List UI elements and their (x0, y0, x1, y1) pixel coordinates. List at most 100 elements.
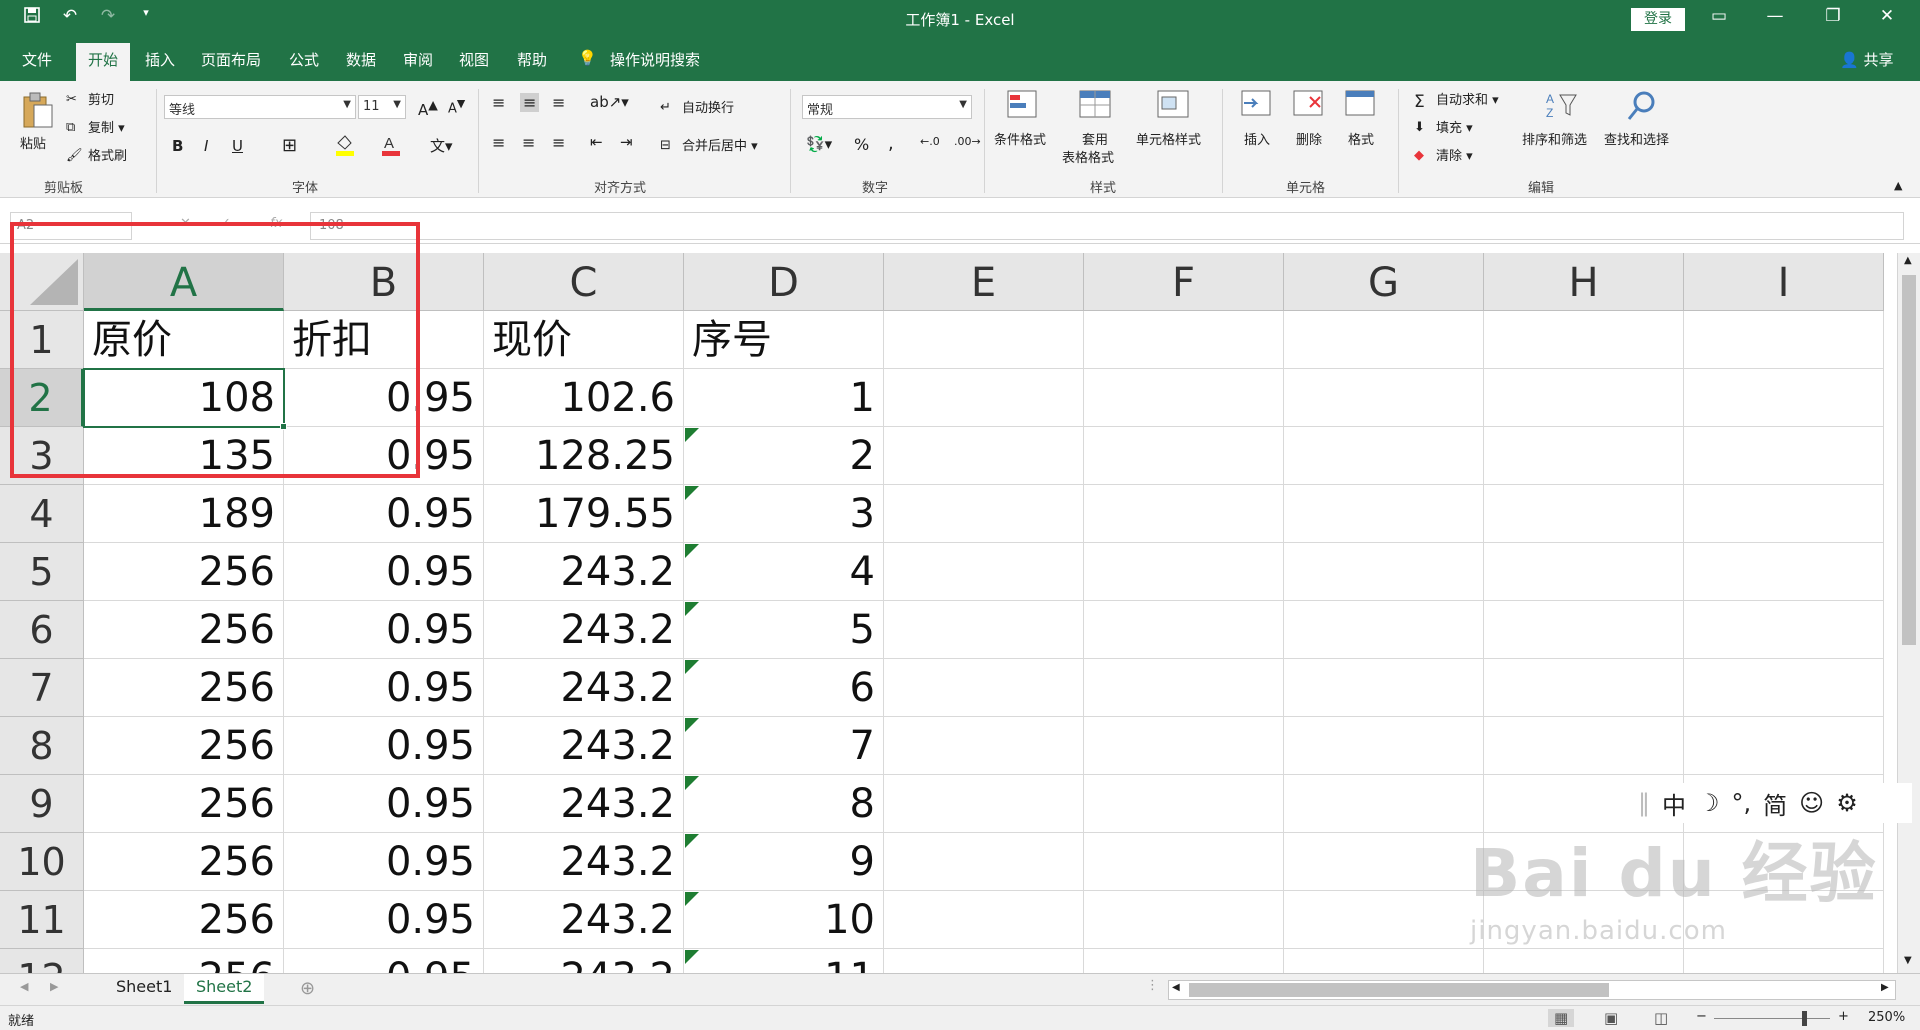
empty-cell[interactable] (1484, 717, 1684, 775)
currency-icon[interactable]: 💱▾ (806, 135, 832, 153)
empty-cell[interactable] (1484, 601, 1684, 659)
empty-cell[interactable] (1684, 601, 1884, 659)
row-header[interactable]: 5 (0, 543, 84, 601)
empty-cell[interactable] (1684, 833, 1884, 891)
format-painter-button[interactable]: 🖌 格式刷 (66, 145, 127, 166)
cell-c10[interactable]: 243.2 (484, 833, 684, 891)
decrease-indent-icon[interactable]: ⇤ (590, 133, 603, 151)
tab-page-layout[interactable]: 页面布局 (201, 49, 261, 70)
cell-d7[interactable]: 6 (684, 659, 884, 717)
empty-cell[interactable] (1284, 485, 1484, 543)
maximize-icon[interactable]: ❐ (1818, 6, 1848, 26)
align-middle-icon[interactable]: ≡ (520, 93, 540, 112)
fill-button[interactable]: ⬇ 填充 ▾ (1414, 117, 1473, 138)
tab-home[interactable]: 开始 (76, 43, 131, 81)
shrink-font-icon[interactable]: A▼ (448, 97, 465, 116)
scroll-right-icon[interactable]: ▶ (1881, 982, 1889, 993)
empty-cell[interactable] (1684, 369, 1884, 427)
cell-b3[interactable]: 0.95 (284, 427, 484, 485)
empty-cell[interactable] (1684, 543, 1884, 601)
column-header-c[interactable]: C (484, 253, 684, 311)
scroll-down-icon[interactable]: ▼ (1904, 955, 1912, 966)
empty-cell[interactable] (1084, 543, 1284, 601)
column-header-a[interactable]: A (84, 253, 284, 311)
emoji-icon[interactable]: ☺ (1799, 789, 1824, 817)
punctuation-toggle[interactable]: °, (1732, 789, 1752, 817)
delete-cells-button[interactable]: 删除 (1296, 129, 1322, 148)
zoom-level[interactable]: 250% (1868, 1010, 1905, 1025)
cell-b4[interactable]: 0.95 (284, 485, 484, 543)
percent-button[interactable]: % (854, 135, 869, 154)
cell-d2[interactable]: 1 (684, 369, 884, 427)
normal-view-icon[interactable]: ▦ (1548, 1009, 1575, 1027)
row-header[interactable]: 10 (0, 833, 84, 891)
scroll-left-icon[interactable]: ◀ (1172, 982, 1180, 993)
font-size-select[interactable]: 11 ▼ (358, 95, 406, 119)
empty-cell[interactable] (1684, 311, 1884, 369)
bold-button[interactable]: B (172, 137, 183, 155)
empty-cell[interactable] (884, 427, 1084, 485)
cell-c9[interactable]: 243.2 (484, 775, 684, 833)
empty-cell[interactable] (1284, 659, 1484, 717)
align-right-icon[interactable]: ≡ (552, 133, 565, 152)
ime-mode-toggle[interactable]: 中 (1662, 786, 1686, 821)
align-bottom-icon[interactable]: ≡ (552, 93, 565, 112)
wrap-text-button[interactable]: ↵ 自动换行 (660, 97, 734, 118)
font-name-select[interactable]: 等线 ▼ (164, 95, 356, 119)
column-header-f[interactable]: F (1084, 253, 1284, 311)
increase-indent-icon[interactable]: ⇥ (620, 133, 633, 151)
empty-cell[interactable] (1084, 311, 1284, 369)
clear-button[interactable]: ◆ 清除 ▾ (1414, 145, 1473, 166)
phonetic-icon[interactable]: 文▾ (430, 135, 453, 156)
tab-view[interactable]: 视图 (459, 49, 489, 70)
zoom-slider-thumb[interactable] (1802, 1011, 1807, 1026)
row-header[interactable]: 6 (0, 601, 84, 659)
empty-cell[interactable] (1484, 659, 1684, 717)
empty-cell[interactable] (884, 949, 1084, 973)
column-header-g[interactable]: G (1284, 253, 1484, 311)
cell-c5[interactable]: 243.2 (484, 543, 684, 601)
empty-cell[interactable] (1284, 833, 1484, 891)
format-as-table-label-1[interactable]: 套用 (1082, 129, 1108, 148)
empty-cell[interactable] (884, 659, 1084, 717)
zoom-slider-track[interactable] (1714, 1018, 1830, 1019)
empty-cell[interactable] (884, 543, 1084, 601)
empty-cell[interactable] (1484, 833, 1684, 891)
column-header-h[interactable]: H (1484, 253, 1684, 311)
empty-cell[interactable] (1684, 427, 1884, 485)
orientation-icon[interactable]: ab↗▾ (590, 93, 629, 111)
empty-cell[interactable] (1084, 717, 1284, 775)
cell-c8[interactable]: 243.2 (484, 717, 684, 775)
fill-handle[interactable] (280, 423, 287, 430)
cell-b9[interactable]: 0.95 (284, 775, 484, 833)
row-header[interactable]: 2 (0, 369, 84, 427)
empty-cell[interactable] (884, 891, 1084, 949)
simplified-toggle[interactable]: 简 (1763, 786, 1787, 821)
align-center-icon[interactable]: ≡ (522, 133, 535, 152)
vertical-scrollbar[interactable]: ▲ ▼ (1897, 253, 1920, 973)
login-button[interactable]: 登录 (1631, 8, 1685, 31)
cell-c1[interactable]: 现价 (484, 311, 684, 369)
find-select-button[interactable]: 查找和选择 (1604, 129, 1669, 148)
conditional-format-button[interactable]: 条件格式 (994, 129, 1046, 148)
column-header-b[interactable]: B (284, 253, 484, 311)
tab-file[interactable]: 文件 (22, 49, 52, 70)
collapse-ribbon-icon[interactable]: ▲ (1894, 179, 1902, 192)
cell-c2[interactable]: 102.6 (484, 369, 684, 427)
cell-b11[interactable]: 0.95 (284, 891, 484, 949)
settings-gear-icon[interactable]: ⚙ (1836, 789, 1858, 817)
empty-cell[interactable] (1284, 369, 1484, 427)
empty-cell[interactable] (1684, 717, 1884, 775)
empty-cell[interactable] (1084, 775, 1284, 833)
cell-b2[interactable]: 0.95 (284, 369, 484, 427)
share-button[interactable]: 👤 共享 (1840, 49, 1893, 70)
empty-cell[interactable] (1684, 485, 1884, 543)
tell-me-search[interactable]: 操作说明搜索 (610, 49, 700, 70)
cell-d11[interactable]: 10 (684, 891, 884, 949)
cell-a11[interactable]: 256 (84, 891, 284, 949)
empty-cell[interactable] (1684, 659, 1884, 717)
fill-color-button[interactable] (334, 133, 356, 161)
empty-cell[interactable] (884, 833, 1084, 891)
align-left-icon[interactable]: ≡ (492, 133, 505, 152)
row-header[interactable]: 12 (0, 949, 84, 973)
